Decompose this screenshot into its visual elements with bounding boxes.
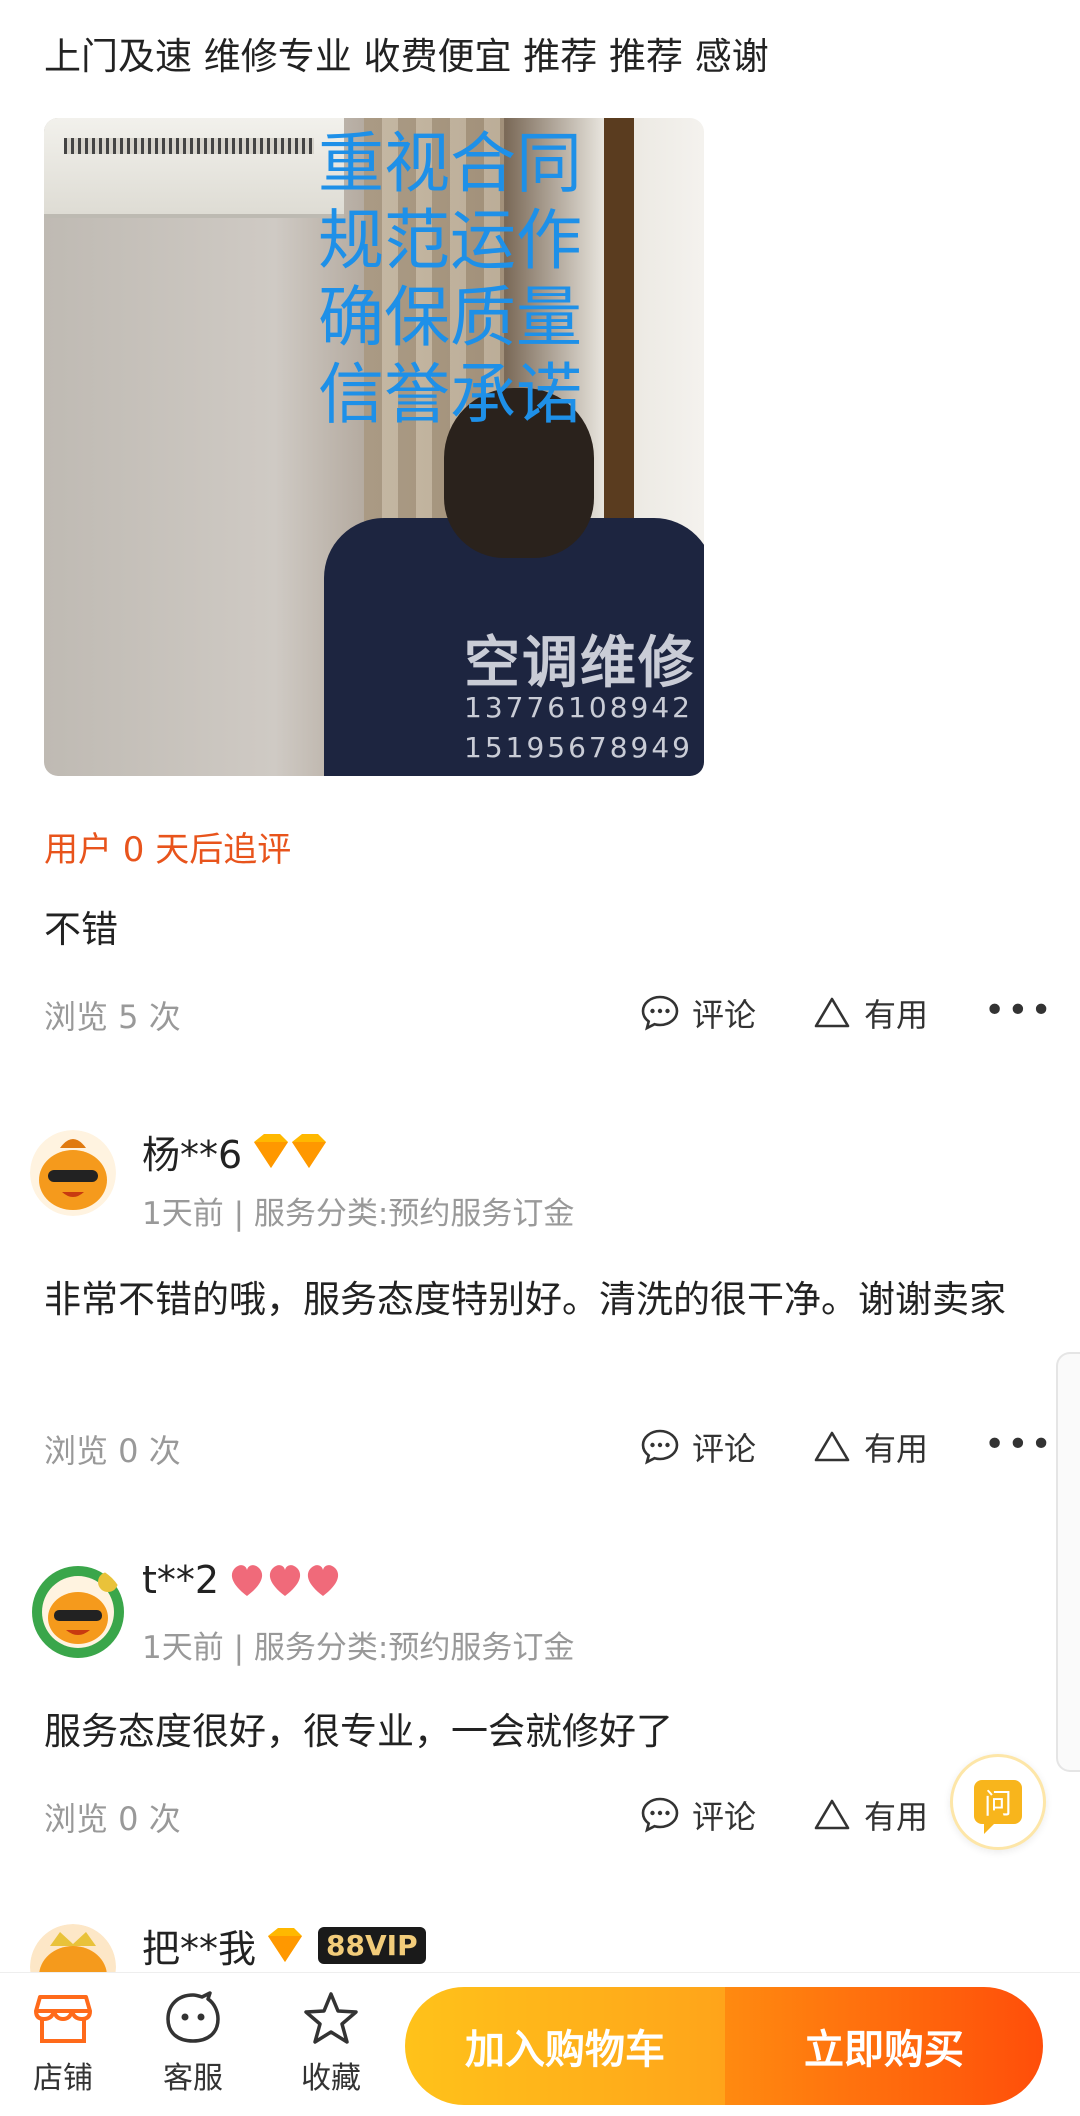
shirt-number-2: 15195678949	[464, 731, 693, 764]
buy-now-button[interactable]: 立即购买	[725, 1987, 1043, 2105]
store-label: 店铺	[33, 2061, 93, 2096]
bottom-action-bar: 店铺 客服 收藏 加入购物车 立即购买	[0, 1972, 1080, 2116]
followup-text: 不错	[44, 908, 118, 951]
overlay-line: 确保质量	[318, 279, 582, 356]
ask-button[interactable]: 问	[950, 1754, 1046, 1850]
reviewer-name-row: 把**我 88VIP	[142, 1918, 426, 1973]
reviewer-name: 把**我	[142, 1927, 257, 1971]
shirt-print-numbers: 13776108942 15195678949	[464, 688, 693, 768]
shirt-print-text: 空调维修	[464, 631, 696, 696]
overlay-line: 规范运作	[318, 202, 582, 279]
comment-label: 评论	[692, 996, 757, 1034]
useful-label: 有用	[864, 1798, 929, 1836]
reviewer-name: t**2	[142, 1558, 220, 1602]
reviewer-name-row: 杨**6	[142, 1124, 330, 1179]
more-options-button[interactable]: •••	[984, 1424, 1054, 1465]
heart-badge-icon	[231, 1565, 339, 1596]
avatar[interactable]	[30, 1130, 116, 1216]
diamond-badge-icon	[268, 1927, 303, 1962]
mascot-avatar-icon	[30, 1130, 116, 1216]
side-drawer-handle[interactable]	[1056, 1352, 1080, 1772]
comment-button[interactable]: 评论	[640, 1424, 756, 1470]
useful-button[interactable]: 有用	[812, 1792, 928, 1838]
triangle-up-icon	[814, 997, 850, 1028]
followup-label: 用户 0 天后追评	[44, 830, 292, 870]
comment-button[interactable]: 评论	[640, 990, 756, 1036]
more-options-button[interactable]: •••	[984, 990, 1054, 1031]
star-icon	[304, 1992, 358, 2044]
overlay-line: 信誉承诺	[318, 356, 582, 433]
photo-overlay-text: 重视合同 规范运作 确保质量 信誉承诺	[318, 125, 582, 433]
useful-button[interactable]: 有用	[812, 990, 928, 1036]
customer-service-label: 客服	[163, 2061, 223, 2096]
customer-service-icon	[166, 1991, 220, 2043]
comment-label: 评论	[692, 1798, 757, 1836]
comment-icon	[641, 1797, 679, 1833]
comment-icon	[641, 1429, 679, 1465]
triangle-up-icon	[814, 1431, 850, 1462]
ask-icon: 问	[974, 1780, 1022, 1834]
purchase-button-group: 加入购物车 立即购买	[405, 1987, 1043, 2105]
useful-label: 有用	[864, 1430, 929, 1468]
customer-service-tab[interactable]: 客服	[138, 1991, 248, 2097]
view-count: 浏览 0 次	[44, 1800, 181, 1838]
vip-badge: 88VIP	[318, 1927, 426, 1964]
review-text: 服务态度很好，很专业，一会就修好了	[44, 1710, 673, 1753]
comment-icon	[641, 995, 679, 1031]
comment-label: 评论	[692, 1430, 757, 1468]
overlay-line: 重视合同	[318, 125, 582, 202]
review-text: 上门及速 维修专业 收费便宜 推荐 推荐 感谢	[44, 35, 769, 78]
view-count: 浏览 0 次	[44, 1432, 181, 1470]
store-icon	[34, 1995, 92, 2043]
favorite-label: 收藏	[301, 2061, 361, 2096]
mascot-avatar-icon	[32, 1566, 124, 1658]
diamond-badge-icon	[254, 1133, 327, 1168]
reviewer-name-row: t**2	[142, 1558, 347, 1602]
review-text: 非常不错的哦，服务态度特别好。清洗的很干净。谢谢卖家	[44, 1278, 1006, 1321]
air-conditioner-graphic	[44, 118, 344, 218]
favorite-tab[interactable]: 收藏	[276, 1991, 386, 2097]
comment-button[interactable]: 评论	[640, 1792, 756, 1838]
view-count: 浏览 5 次	[44, 998, 181, 1036]
add-to-cart-button[interactable]: 加入购物车	[405, 1987, 725, 2105]
useful-label: 有用	[864, 996, 929, 1034]
triangle-up-icon	[814, 1799, 850, 1830]
review-meta: 1天前 | 服务分类:预约服务订金	[142, 1630, 575, 1666]
store-tab[interactable]: 店铺	[8, 1991, 118, 2097]
shirt-number-1: 13776108942	[464, 691, 693, 724]
reviewer-name: 杨**6	[142, 1133, 243, 1177]
review-meta: 1天前 | 服务分类:预约服务订金	[142, 1196, 575, 1232]
useful-button[interactable]: 有用	[812, 1424, 928, 1470]
avatar[interactable]	[30, 1564, 126, 1660]
